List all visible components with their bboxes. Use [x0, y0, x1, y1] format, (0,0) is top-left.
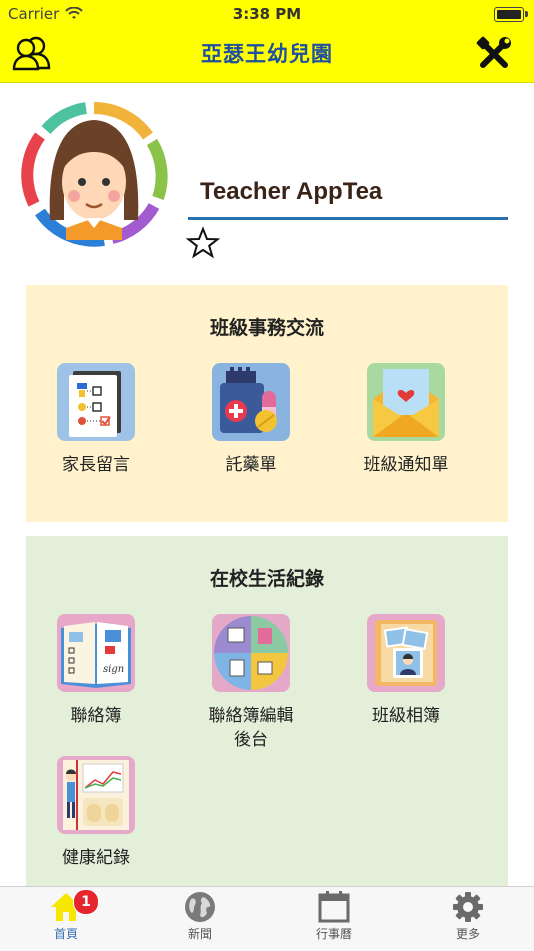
tab-more[interactable]: 更多	[418, 891, 518, 942]
class-album-label: 班級相簿	[372, 706, 440, 726]
star-outline-icon[interactable]	[185, 226, 222, 262]
class-album-button[interactable]: 班級相簿	[331, 614, 481, 728]
svg-text:sign: sign	[103, 664, 124, 675]
health-record-button[interactable]: 健康紀錄	[21, 756, 171, 870]
tab-calendar-label: 行事曆	[315, 927, 352, 941]
teacher-name: Teacher AppTea	[200, 178, 383, 205]
status-time: 3:38 PM	[232, 5, 302, 23]
status-bar: Carrier 3:38 PM	[0, 0, 534, 28]
tab-news-label: 新聞	[187, 927, 212, 941]
globe-icon	[185, 892, 215, 922]
gear-icon	[453, 892, 483, 922]
class-affairs-panel: 班級事務交流 家長留言 託藥單 班級通知單	[26, 285, 508, 522]
battery-icon	[494, 7, 528, 22]
tab-more-label: 更多	[455, 927, 480, 941]
school-life-title: 在校生活紀錄	[209, 568, 324, 590]
tools-icon[interactable]	[476, 36, 512, 72]
class-notice-label: 班級通知單	[363, 455, 449, 475]
photo-album-icon	[367, 614, 445, 692]
medicine-request-button[interactable]: 託藥單	[176, 363, 326, 477]
calendar-icon	[318, 891, 350, 923]
name-underline	[188, 217, 508, 220]
tab-bar: 1 首頁 新聞 行事曆 更多	[0, 886, 534, 951]
class-affairs-title: 班級事務交流	[209, 317, 324, 339]
contact-book-label: 聯絡簿	[70, 706, 122, 726]
health-record-label: 健康紀錄	[62, 848, 130, 868]
tab-home[interactable]: 1 首頁	[16, 889, 116, 942]
contact-book-icon: sign	[57, 614, 135, 692]
contact-book-button[interactable]: sign 聯絡簿	[21, 614, 171, 728]
page-title: 亞瑟王幼兒園	[201, 42, 333, 66]
envelope-icon	[367, 363, 445, 441]
notification-badge: 1	[73, 889, 99, 915]
class-notice-button[interactable]: 班級通知單	[331, 363, 481, 477]
medicine-icon	[212, 363, 290, 441]
tab-home-label: 首頁	[53, 927, 78, 941]
medicine-request-label: 託藥單	[225, 455, 277, 475]
school-life-panel: 在校生活紀錄 sign 聯絡簿 聯絡簿編輯 後台 班級相簿 健康紀錄	[26, 536, 508, 896]
contact-book-editor-button[interactable]: 聯絡簿編輯 後台	[176, 614, 326, 752]
tab-news[interactable]: 新聞	[150, 891, 250, 942]
parent-message-label: 家長留言	[62, 455, 130, 475]
avatar[interactable]	[20, 100, 168, 248]
editor-backend-icon	[212, 614, 290, 692]
health-record-icon	[57, 756, 135, 834]
checklist-icon	[57, 363, 135, 441]
top-bar: Carrier 3:38 PM 亞瑟王幼兒園	[0, 0, 534, 83]
parent-message-button[interactable]: 家長留言	[21, 363, 171, 477]
tab-calendar[interactable]: 行事曆	[284, 891, 384, 942]
contact-book-editor-label: 聯絡簿編輯 後台	[208, 706, 294, 750]
